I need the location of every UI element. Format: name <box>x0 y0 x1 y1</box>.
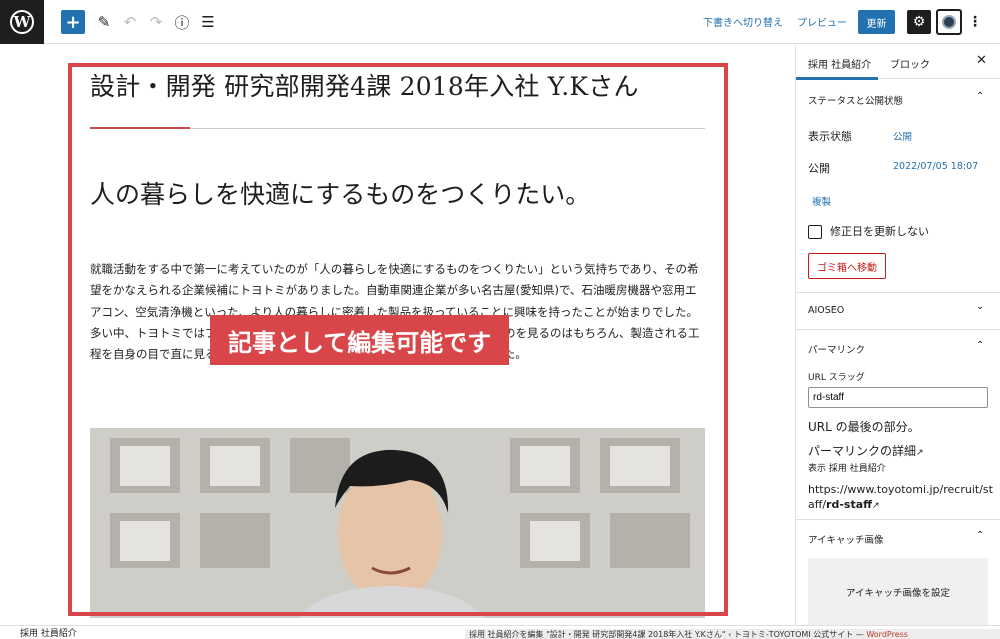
undo-icon[interactable]: ↶ <box>118 10 142 34</box>
external-link-icon: ↗ <box>916 448 924 458</box>
editable-annotation-label: 記事として編集可能です <box>210 315 510 365</box>
preview-button[interactable]: プレビュー <box>797 14 847 29</box>
permalink-details-label: パーマリンクの詳細↗ <box>808 442 924 459</box>
wordpress-logo-button[interactable]: W <box>0 0 44 44</box>
tab-post[interactable]: 採用 社員紹介 <box>808 56 871 71</box>
visibility-value[interactable]: 公開 <box>893 129 912 143</box>
publish-date-value[interactable]: 2022/07/05 18:07 <box>893 161 978 172</box>
status-panel-toggle[interactable]: ステータスと公開状態 <box>808 93 903 107</box>
sidebar-tabs: 採用 社員紹介 ブロック ✕ <box>796 45 1000 80</box>
external-link-icon: ↗ <box>872 501 880 511</box>
switch-to-draft-button[interactable]: 下書きへ切り替え <box>703 14 783 29</box>
editor-toolbar: W + ✎ ↶ ↷ ⓘ ☰ 下書きへ切り替え プレビュー 更新 ⚙ ⋮ <box>0 0 1000 44</box>
update-button[interactable]: 更新 <box>858 10 895 34</box>
permalink-url-link[interactable]: https://www.toyotomi.jp/recruit/staff/rd… <box>808 482 993 514</box>
block-breadcrumb[interactable]: 採用 社員紹介 <box>20 626 77 639</box>
add-block-button[interactable]: + <box>61 10 85 34</box>
duplicate-link[interactable]: 複製 <box>812 194 831 208</box>
divider <box>796 292 1000 293</box>
active-tab-indicator <box>796 77 878 80</box>
move-to-trash-button[interactable]: ゴミ箱へ移動 <box>808 253 886 279</box>
plugin-sidebar-button[interactable] <box>936 9 962 35</box>
url-slug-input[interactable] <box>808 387 988 408</box>
aioseo-panel-toggle[interactable]: AIOSEO <box>808 305 844 316</box>
no-modified-label: 修正日を更新しない <box>830 225 929 238</box>
view-post-label: 表示 採用 社員紹介 <box>808 464 886 474</box>
more-options-icon[interactable]: ⋮ <box>968 10 982 34</box>
permalink-panel-toggle[interactable]: パーマリンク <box>808 342 865 356</box>
permalink-details-text: パーマリンクの詳細 <box>808 444 917 458</box>
chevron-up-icon[interactable]: ⌃ <box>976 340 984 351</box>
redo-icon[interactable]: ↷ <box>144 10 168 34</box>
tools-pen-icon[interactable]: ✎ <box>92 10 116 34</box>
aioseo-icon <box>942 15 956 29</box>
divider <box>796 519 1000 520</box>
permalink-url-slug: rd-staff <box>826 498 873 511</box>
chevron-up-icon[interactable]: ⌃ <box>976 530 984 541</box>
settings-gear-icon[interactable]: ⚙ <box>907 10 931 34</box>
set-featured-image-button[interactable]: アイキャッチ画像を設定 <box>808 558 988 625</box>
url-last-part-text: URL の最後の部分。 <box>808 420 920 434</box>
list-view-icon[interactable]: ☰ <box>196 10 220 34</box>
chevron-up-icon[interactable]: ⌃ <box>976 91 984 102</box>
visibility-label: 表示状態 <box>808 130 852 143</box>
editor-canvas: 設計・開発 研究部開発4課 2018年入社 Y.Kさん 人の暮らしを快適にするも… <box>0 45 795 625</box>
divider <box>796 329 1000 330</box>
settings-sidebar: 採用 社員紹介 ブロック ✕ ステータスと公開状態 ⌃ 表示状態 公開 公開 2… <box>795 45 1000 625</box>
featured-image-panel-toggle[interactable]: アイキャッチ画像 <box>808 532 884 546</box>
url-slug-label: URL スラッグ <box>808 373 865 383</box>
no-modified-checkbox[interactable] <box>808 225 822 239</box>
close-icon[interactable]: ✕ <box>976 53 987 68</box>
status-bar: 採用 社員紹介 採用 社員紹介を編集 "設計・開発 研究部開発4課 2018年入… <box>0 625 1000 639</box>
details-info-icon[interactable]: ⓘ <box>170 10 194 34</box>
wordpress-icon: W <box>10 10 34 34</box>
publish-label: 公開 <box>808 162 830 175</box>
chevron-down-icon[interactable]: ⌄ <box>976 301 984 312</box>
tab-block[interactable]: ブロック <box>890 56 930 71</box>
